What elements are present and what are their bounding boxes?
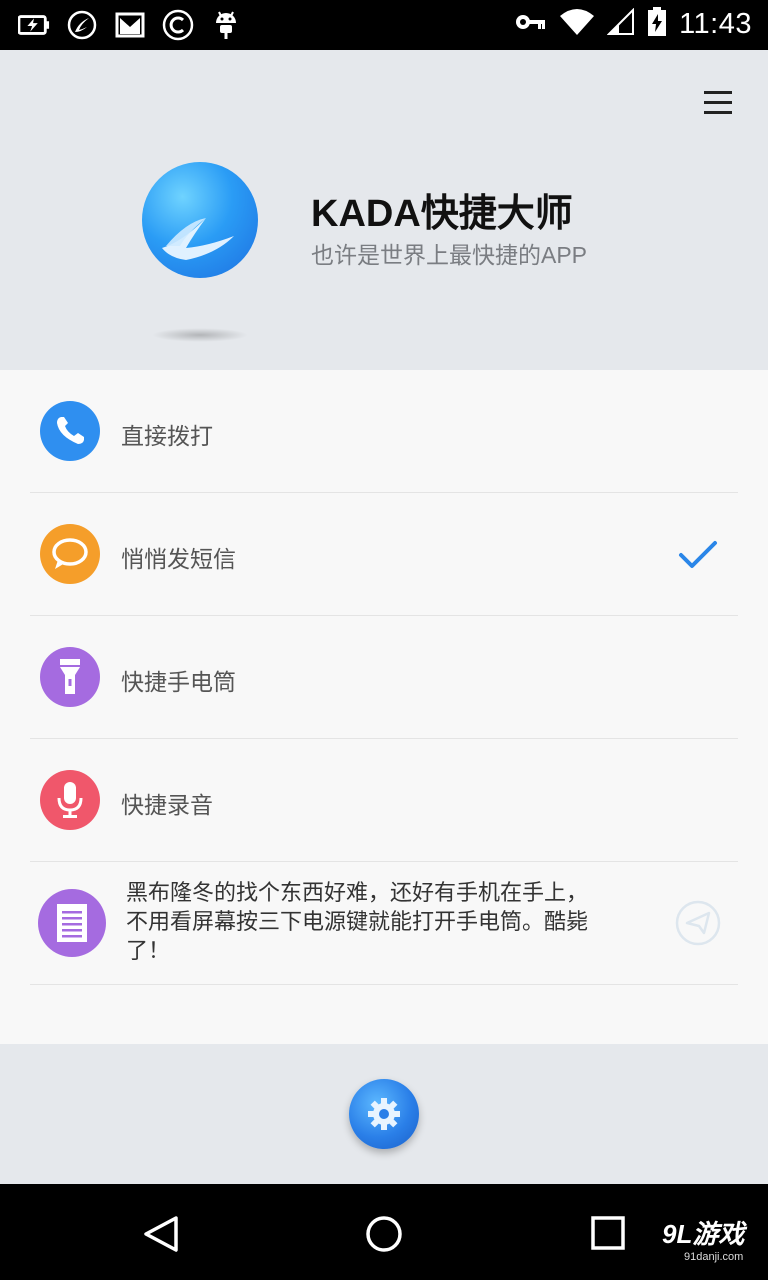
copyright-icon	[162, 9, 194, 41]
document-icon	[38, 889, 106, 957]
cell-signal-icon	[606, 7, 635, 40]
watermark-site: 91danji.com	[684, 1251, 744, 1263]
app-header: KADA快捷大师 也许是世界上最快捷的APP	[0, 50, 768, 370]
battery-icon	[647, 7, 667, 41]
watermark-text: 9L游戏	[662, 1219, 745, 1249]
testimonial-item: 黑布隆冬的找个东西好难，还好有手机在手上，不用看屏幕按三下电源键就能打开手电筒。…	[30, 862, 738, 985]
navigation-bar: 9L游戏 91danji.com	[0, 1184, 768, 1280]
list-item-flashlight[interactable]: 快捷手电筒	[30, 616, 738, 739]
back-icon[interactable]	[140, 1212, 184, 1256]
home-icon[interactable]	[362, 1212, 406, 1256]
gmail-icon	[114, 9, 146, 41]
message-icon	[40, 524, 100, 584]
hamburger-menu-icon[interactable]	[698, 86, 738, 120]
app-subtitle: 也许是世界上最快捷的APP	[311, 242, 588, 268]
list-item-label: 快捷录音	[121, 793, 213, 819]
send-icon[interactable]	[674, 899, 722, 947]
list-item-label: 悄悄发短信	[121, 547, 236, 573]
logo-shadow	[152, 328, 248, 342]
list-item-label: 快捷手电筒	[121, 670, 236, 696]
system-status-icons: 11:43	[515, 7, 752, 41]
recents-icon[interactable]	[586, 1212, 630, 1256]
microphone-icon	[40, 770, 100, 830]
phone-icon	[40, 401, 100, 461]
list-item-sms[interactable]: 悄悄发短信	[30, 493, 738, 616]
android-icon	[210, 9, 242, 41]
flashlight-icon	[40, 647, 100, 707]
shortcut-list: 直接拨打 悄悄发短信 快捷手电筒 快捷录音 黑布隆冬的找个东西好难，还好有手机在…	[0, 370, 768, 1044]
status-bar: 11:43	[0, 0, 768, 50]
list-item-call[interactable]: 直接拨打	[30, 370, 738, 493]
watermark: 9L游戏 91danji.com	[662, 1214, 744, 1263]
bottom-panel	[0, 1044, 768, 1184]
settings-button[interactable]	[349, 1079, 419, 1149]
check-icon	[678, 535, 718, 575]
testimonial-text: 黑布隆冬的找个东西好难，还好有手机在手上，不用看屏幕按三下电源键就能打开手电筒。…	[126, 881, 589, 964]
clock: 11:43	[679, 7, 752, 40]
notification-icons	[18, 9, 242, 41]
battery-charging-icon	[18, 9, 50, 41]
wifi-icon	[559, 8, 595, 40]
gear-icon	[368, 1098, 400, 1130]
app-title: KADA快捷大师	[311, 193, 573, 235]
list-item-record[interactable]: 快捷录音	[30, 739, 738, 862]
vpn-key-icon	[515, 12, 547, 36]
list-item-label: 直接拨打	[121, 424, 213, 450]
app-logo-icon	[66, 9, 98, 41]
app-logo	[142, 162, 258, 278]
